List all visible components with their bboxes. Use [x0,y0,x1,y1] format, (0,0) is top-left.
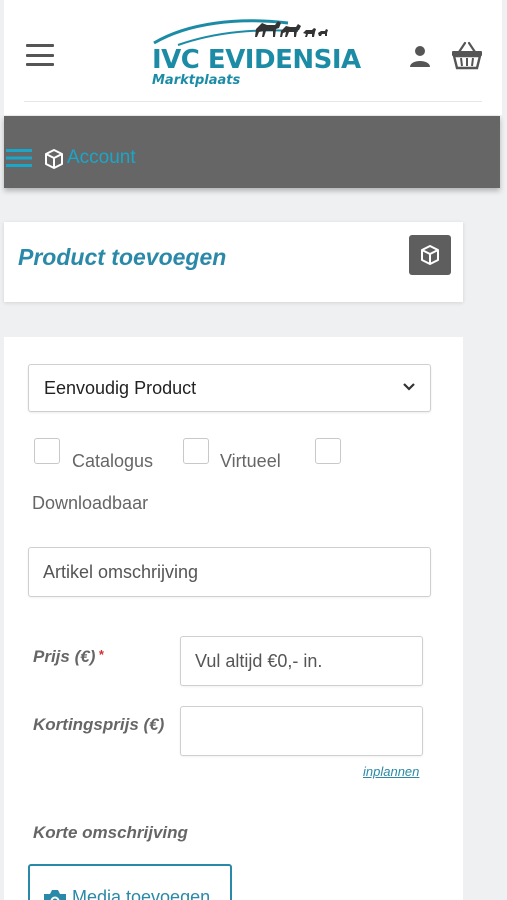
price-input[interactable] [180,636,423,686]
cube-icon [45,149,63,169]
site-header: IVC EVIDENSIA Marktplaats [4,0,502,115]
price-label-text: Prijs (€) [33,647,96,666]
product-type-select[interactable]: Eenvoudig Product [28,364,431,412]
short-description-label: Korte omschrijving [33,823,188,842]
logo-horses-icon [153,19,328,46]
logo-subtitle: Marktplaats [152,73,241,88]
header-divider [24,101,482,102]
add-media-button[interactable]: Media toevoegen [28,864,232,900]
logo-title: IVC EVIDENSIA [152,45,361,75]
downloadbaar-label: Downloadbaar [32,493,149,513]
sale-price-label: Kortingsprijs (€) [33,715,165,734]
account-menu-icon[interactable] [6,148,32,168]
sale-price-input[interactable] [180,706,423,756]
cube-badge [409,235,451,275]
page-title: Product toevoegen [18,244,227,270]
catalogus-checkbox[interactable] [34,438,60,464]
cube-icon [421,245,439,265]
virtueel-checkbox[interactable] [183,438,209,464]
product-title-input[interactable] [28,547,431,597]
catalogus-label: Catalogus [72,451,154,471]
product-header-card: Product toevoegen [4,222,463,302]
site-logo[interactable]: IVC EVIDENSIA Marktplaats [148,15,361,93]
account-link[interactable]: Account [67,147,136,169]
product-type-value: Eenvoudig Product [44,378,197,398]
product-form: Eenvoudig Product Catalogus Virtueel Dow… [4,337,463,900]
basket-icon[interactable] [450,40,484,70]
chevron-down-icon [403,383,415,391]
price-label: Prijs (€) * [33,647,103,667]
user-icon[interactable] [408,44,432,68]
hamburger-menu-icon[interactable] [26,44,54,66]
virtueel-label: Virtueel [220,451,281,471]
required-mark: * [98,647,104,662]
camera-icon [44,890,66,900]
schedule-sale-link[interactable]: inplannen [363,764,419,779]
add-media-label: Media toevoegen [72,887,211,900]
downloadbaar-checkbox[interactable] [315,438,341,464]
